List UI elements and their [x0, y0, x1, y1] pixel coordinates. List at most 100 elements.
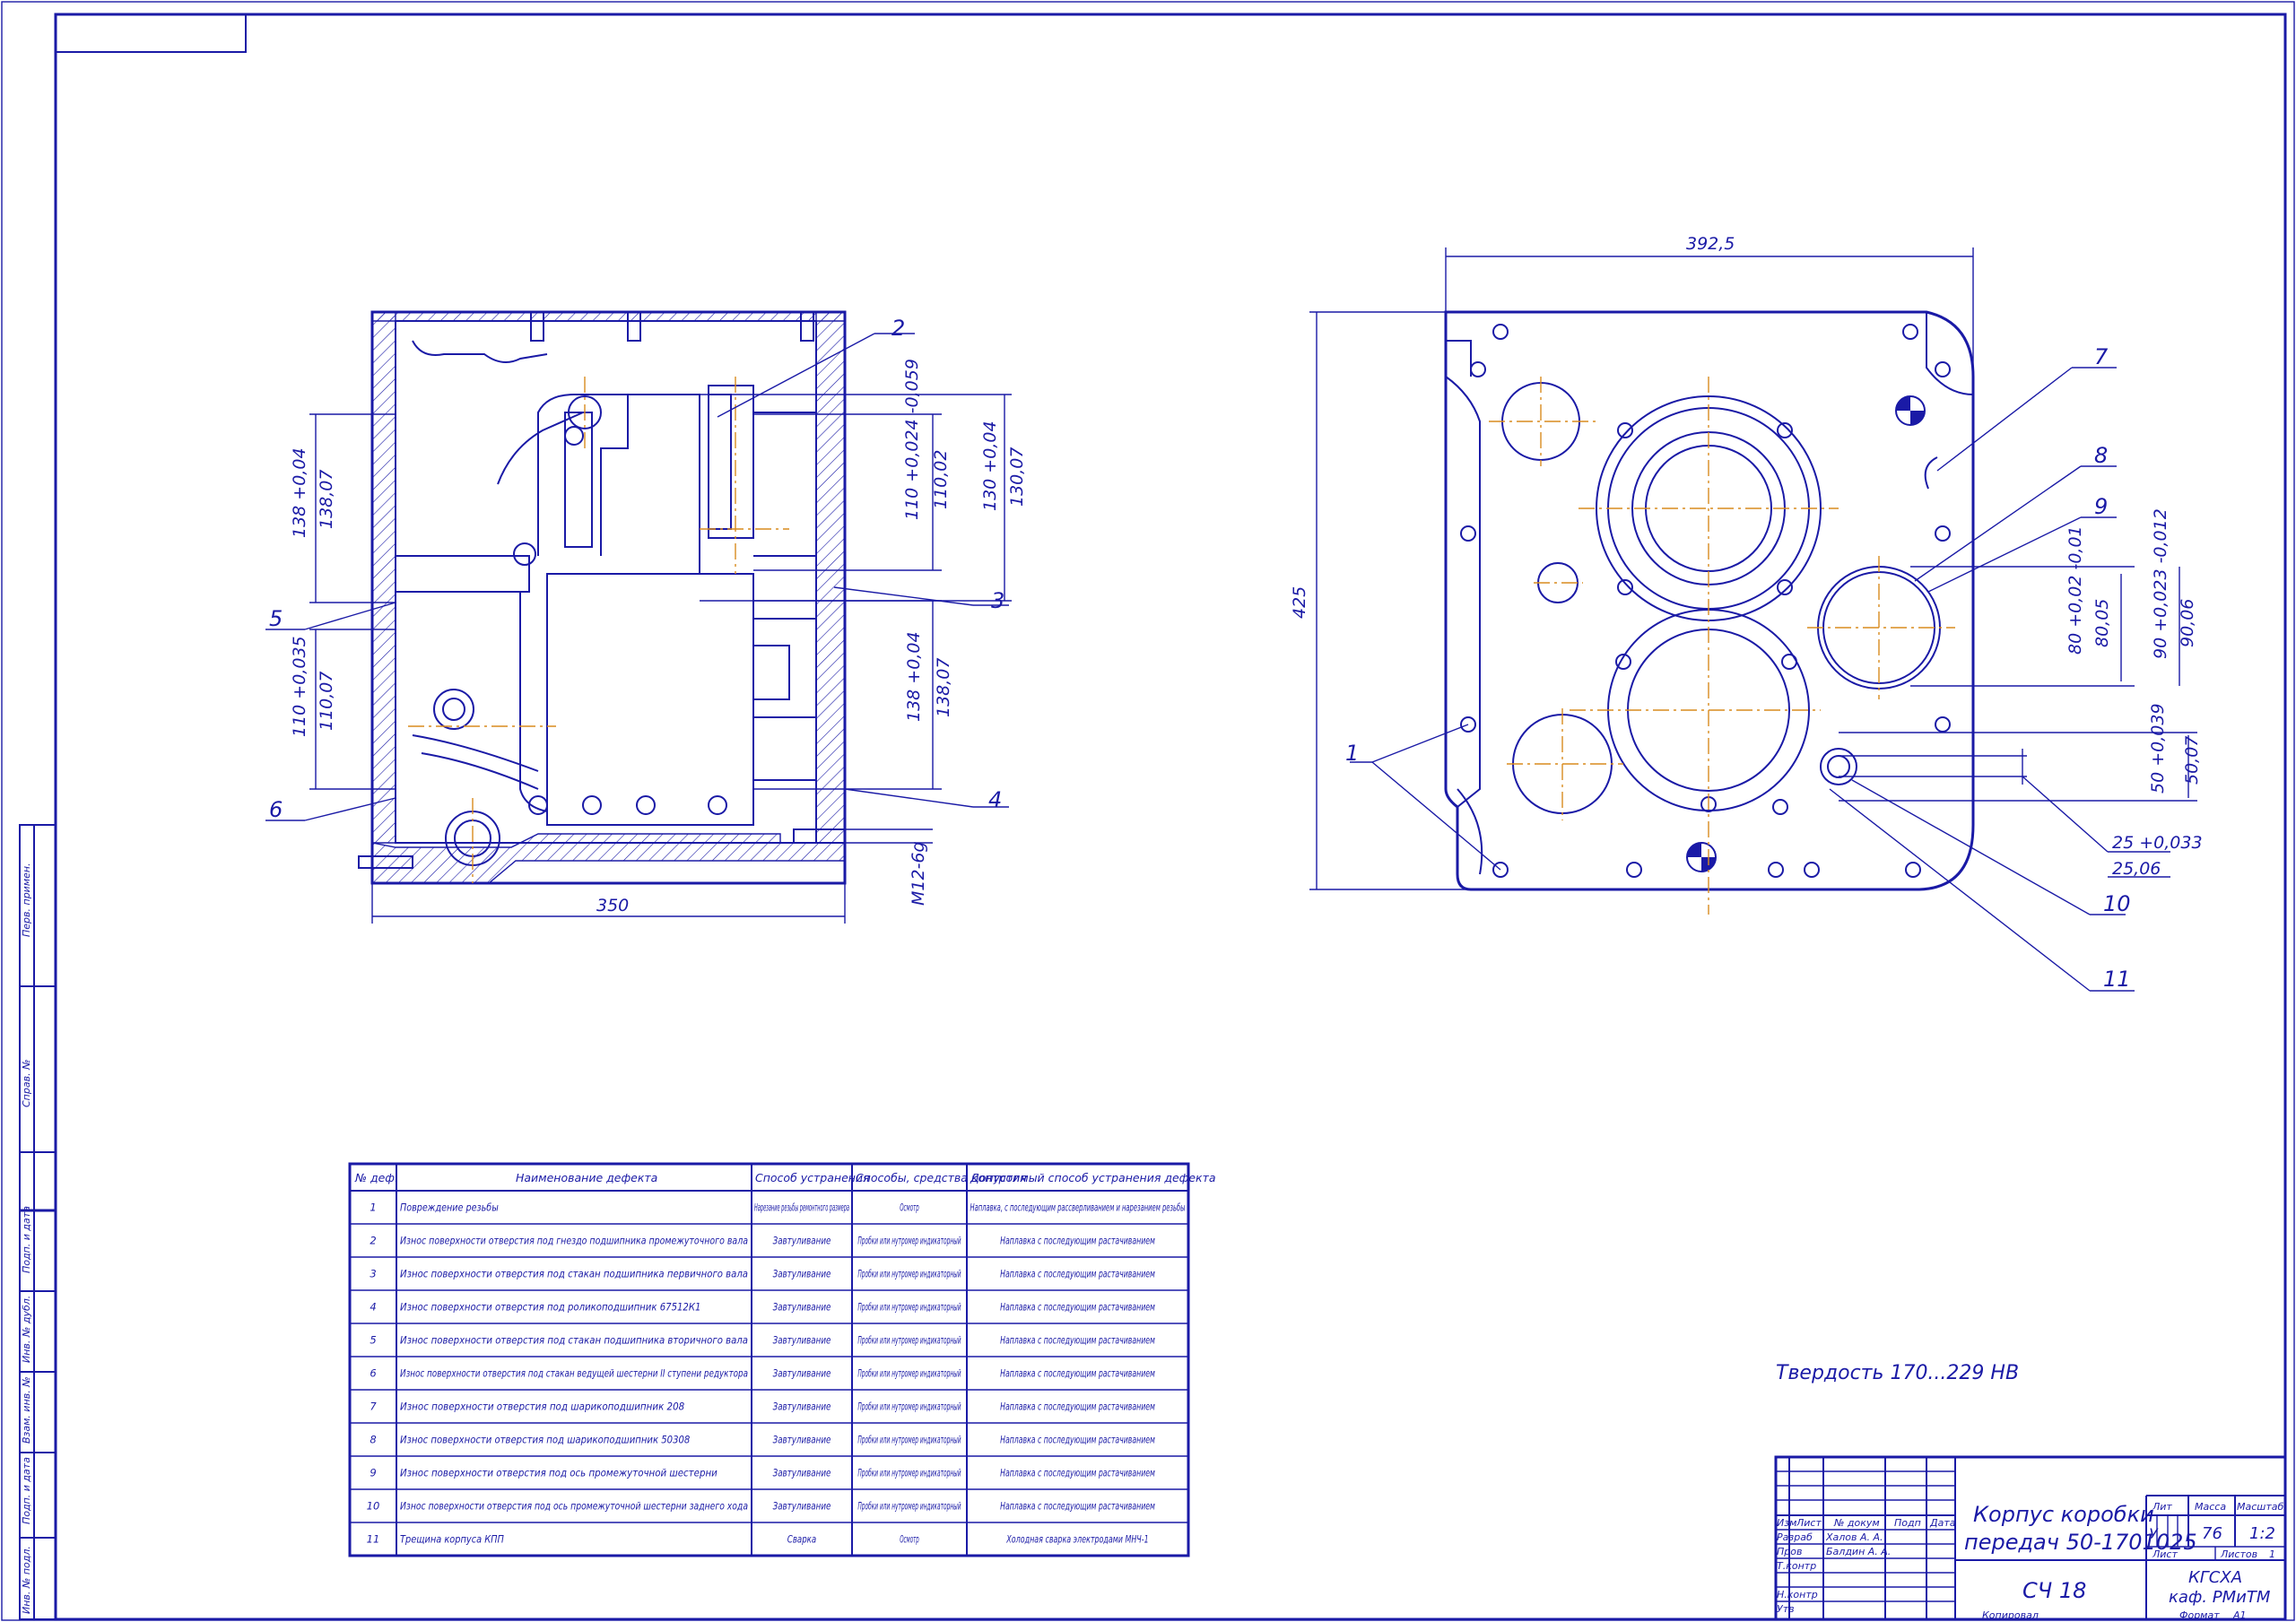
row-allowed: Наплавка с последующим растачиванием [1000, 1367, 1155, 1380]
drawing-sheet: Перв. примен. Справ. № Подп. и дата Инв.… [1, 1, 2295, 1621]
row-allowed: Наплавка с последующим растачиванием [1000, 1268, 1155, 1280]
defects-table: № деф. Наименование дефекта Способ устра… [348, 1162, 1216, 1557]
stamp-lit-value: У [2149, 1525, 2159, 1542]
row-control: Пробки или нутромер индикаторный [857, 1301, 961, 1314]
table-row: 2 Износ поверхности отверстия под гнездо … [370, 1235, 1155, 1247]
leader-9: 10 [2103, 891, 2131, 916]
bottom-wall [371, 833, 846, 884]
row-method: Завтуливание [773, 1235, 831, 1247]
stamp-massa-value: 76 [2202, 1524, 2222, 1543]
stamp-tkontr: Т.контр [1777, 1560, 1816, 1572]
row-num: 2 [370, 1235, 376, 1247]
front-view-leaders: 1 7 8 9 10 11 [1345, 344, 2135, 992]
row-defect: Износ поверхности отверстия под гнездо п… [400, 1235, 748, 1247]
table-row: 1 Повреждение резьбы Нарезание резьбы ремо… [370, 1201, 1185, 1214]
table-row: 8 Износ поверхности отверстия под шарикоп… [370, 1434, 1155, 1446]
row-method: Завтуливание [773, 1467, 831, 1479]
row-num: 1 [370, 1201, 376, 1214]
row-allowed: Наплавка с последующим растачиванием [1000, 1467, 1155, 1479]
table-header: № деф. Наименование дефекта Способ устра… [354, 1171, 1216, 1184]
row-defect: Износ поверхности отверстия под ось пром… [400, 1500, 748, 1513]
material: СЧ 18 [2022, 1578, 2086, 1603]
row-num: 10 [367, 1500, 380, 1513]
row-method: Завтуливание [773, 1367, 831, 1380]
row-method: Сварка [787, 1533, 816, 1546]
left-wall [371, 311, 396, 844]
row-defect: Износ поверхности отверстия под стакан в… [400, 1367, 748, 1380]
stamp-kopiroval: Копировал [1982, 1609, 2039, 1621]
dim-90-tol: 90 +0,023 -0,012 [2151, 508, 2170, 659]
side-label-podp2: Подп. и дата [21, 1457, 32, 1524]
table-row: 4 Износ поверхности отверстия под роликоп… [370, 1301, 1155, 1314]
stamp-podp: Подп [1894, 1517, 1921, 1529]
row-defect: Износ поверхности отверстия под шарикопо… [400, 1434, 690, 1446]
hardness-note: Твердость 170...229 HB [1776, 1362, 2019, 1384]
dim-130-actual: 130,07 [1007, 447, 1027, 507]
dim-90-actual: 90,06 [2178, 599, 2197, 647]
row-method: Завтуливание [773, 1434, 831, 1446]
row-num: 11 [367, 1533, 380, 1546]
table-row: 6 Износ поверхности отверстия под стакан … [370, 1367, 1155, 1380]
stamp-format-value: А1 [2232, 1609, 2247, 1621]
dim-50-tol: 50 +0,039 [2148, 703, 2168, 794]
table-header-method: Способ устранения [755, 1171, 870, 1184]
row-num: 4 [370, 1301, 376, 1314]
dim-height-425: 425 [1290, 586, 1309, 619]
stamp-masshtab-value: 1:2 [2249, 1524, 2275, 1543]
row-num: 5 [370, 1334, 376, 1347]
dim-110-actual: 110,07 [317, 672, 336, 731]
stamp-razrab-name: Халов А. А. [1825, 1531, 1883, 1543]
dim-138-mid-tol: 138 +0,04 [904, 631, 924, 722]
organization-line1: КГСХА [2188, 1568, 2242, 1587]
table-row: 9 Износ поверхности отверстия под ось про… [370, 1467, 1155, 1479]
row-control: Осмотр [900, 1533, 919, 1546]
row-num: 7 [370, 1401, 377, 1413]
dim-138-mid-actual: 138,07 [934, 658, 953, 717]
stamp-nkontr: Н.контр [1777, 1589, 1818, 1600]
row-allowed: Наплавка с последующим растачиванием [1000, 1334, 1155, 1347]
row-num: 3 [370, 1268, 376, 1280]
row-control: Пробки или нутромер индикаторный [857, 1367, 961, 1380]
dim-25-actual: 25,06 [2112, 859, 2161, 879]
right-wall [815, 311, 846, 844]
table-header-name: Наименование дефекта [516, 1171, 657, 1184]
dim-width-350: 350 [596, 896, 629, 915]
side-label-vzam: Взам. инв. № [21, 1376, 32, 1444]
row-control: Пробки или нутромер индикаторный [857, 1434, 961, 1446]
row-method: Завтуливание [773, 1334, 831, 1347]
dim-110-tol: 110 +0,035 [290, 636, 309, 737]
dim-138-top-tol: 138 +0,04 [290, 447, 309, 538]
table-row: 10 Износ поверхности отверстия под ось пр… [367, 1500, 1155, 1513]
row-allowed: Наплавка, с последующим рассверливанием … [970, 1201, 1186, 1214]
stamp-masshtab-label: Масштаб [2237, 1501, 2283, 1513]
row-defect: Износ поверхности отверстия под ось пром… [400, 1467, 718, 1479]
side-label-sprav: Справ. № [21, 1059, 32, 1107]
row-defect: Трещина корпуса КПП [400, 1533, 504, 1546]
row-allowed: Наплавка с последующим растачиванием [1000, 1500, 1155, 1513]
front-view [1444, 310, 1975, 915]
table-header-num: № деф. [354, 1171, 398, 1184]
dim-80-tol: 80 +0,02 -0,01 [2066, 525, 2085, 655]
dim-50-actual: 50,07 [2182, 736, 2202, 785]
table-header-allowed: Допустимый способ устранения дефекта [970, 1171, 1216, 1184]
row-method: Завтуливание [773, 1500, 831, 1513]
row-method: Завтуливание [773, 1268, 831, 1280]
side-label-perv: Перв. примен. [21, 863, 32, 937]
leader-4: 2 [891, 316, 905, 341]
dim-thread: М12-6g [909, 841, 928, 906]
leader-6: 4 [988, 787, 1002, 812]
stamp-list-label: Лист [2152, 1548, 2178, 1560]
stamp-razrab: Разраб [1777, 1531, 1813, 1543]
table-row: 3 Износ поверхности отверстия под стакан … [370, 1268, 1155, 1280]
table-row: 11 Трещина корпуса КПП Сварка Осмотр Холодна… [367, 1533, 1149, 1546]
row-method: Нарезание резьбы ремонтного размера [754, 1201, 849, 1214]
dim-138-top-actual: 138,07 [317, 470, 336, 529]
side-label-podp1: Подп. и дата [21, 1206, 32, 1273]
row-defect: Повреждение резьбы [400, 1201, 499, 1214]
leader-2: 6 [269, 797, 283, 822]
dim-130-tol: 130 +0,04 [980, 421, 1000, 511]
dim-110b-actual: 110,02 [931, 450, 951, 509]
title-block: Изм Лист № докум Подп Дата Разраб Халов … [1774, 1455, 2287, 1621]
row-num: 9 [370, 1467, 376, 1479]
row-defect: Износ поверхности отверстия под роликопо… [400, 1301, 701, 1314]
